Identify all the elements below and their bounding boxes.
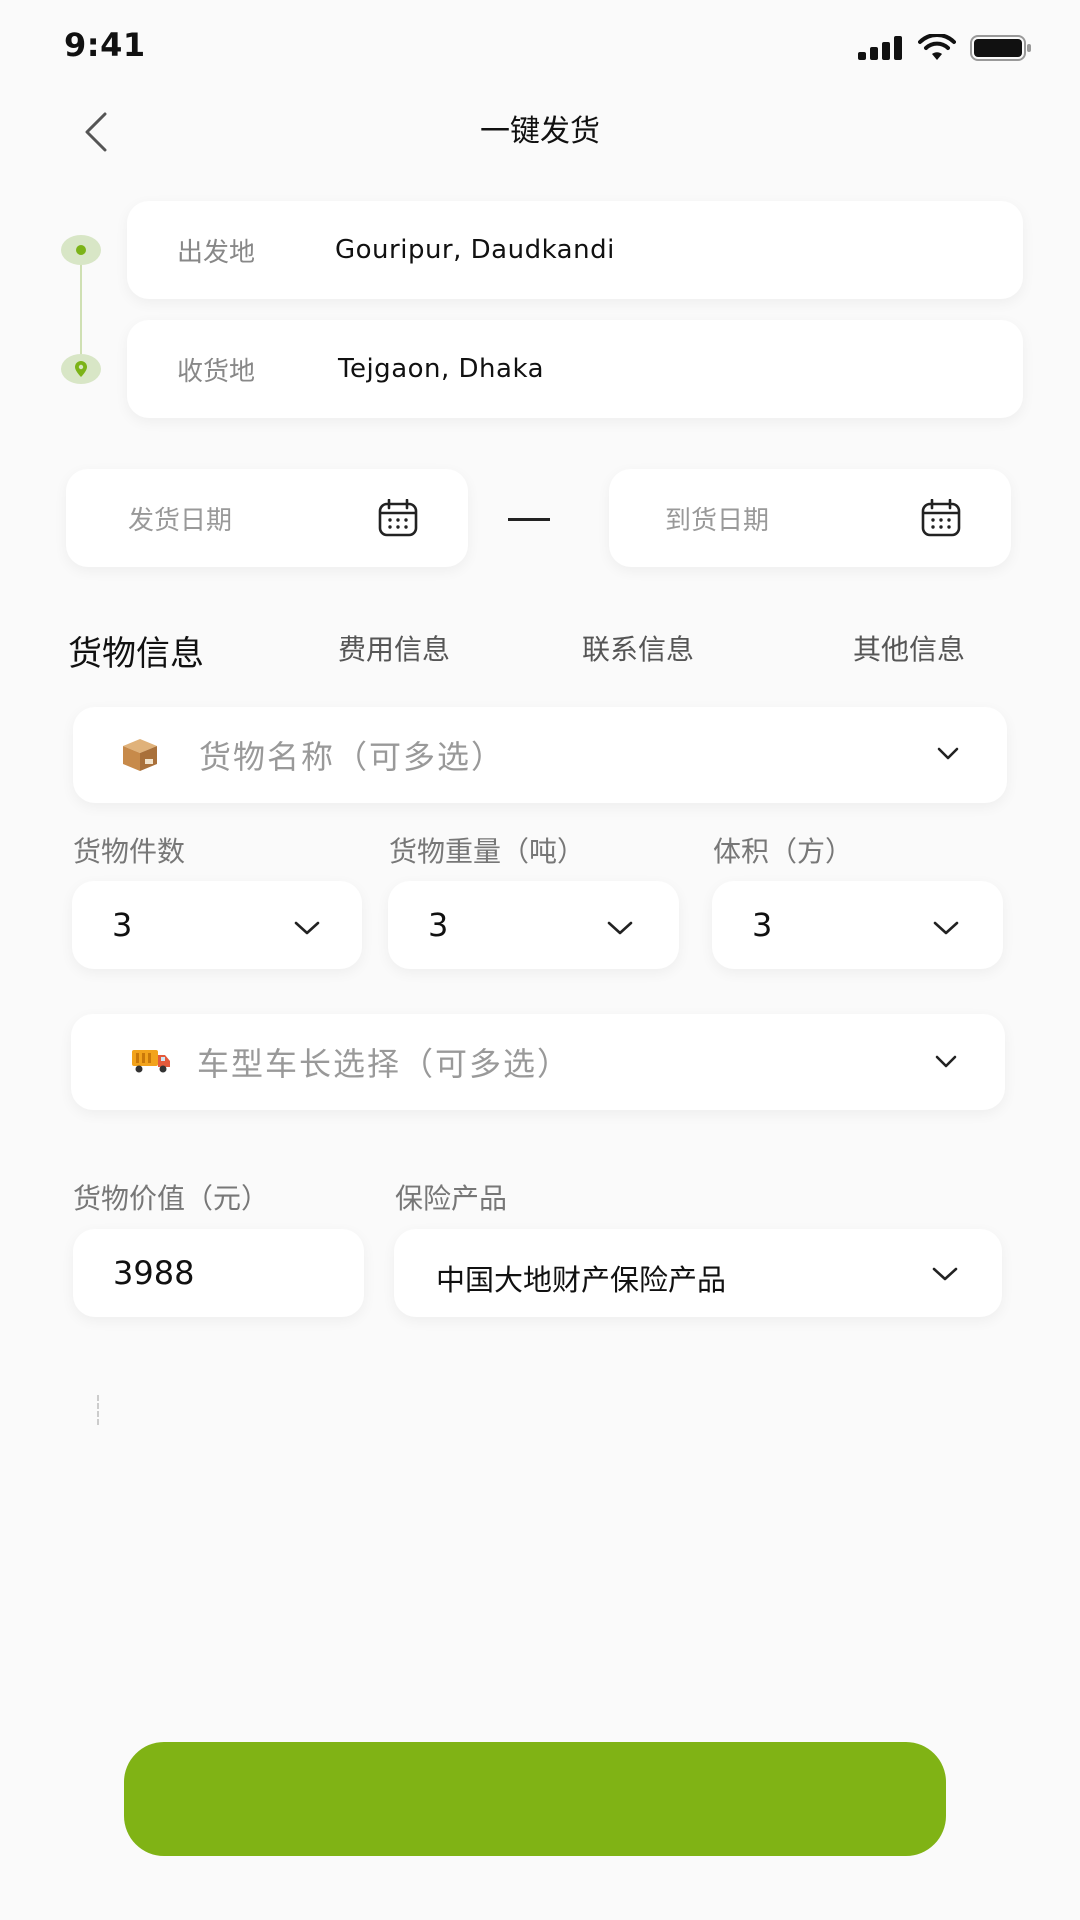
truck-icon	[132, 1050, 170, 1073]
destination-pin-icon	[61, 354, 101, 384]
package-icon	[123, 739, 157, 771]
goods-weight-select[interactable]: 3	[388, 881, 679, 969]
goods-value-label: 货物价值（元）	[73, 1182, 270, 1215]
destination-label: 收货地	[177, 356, 256, 387]
destination-field[interactable]: 收货地 Tejgaon, Dhaka	[127, 320, 1023, 418]
chevron-down-icon	[933, 921, 959, 935]
goods-count-label: 货物件数	[73, 835, 186, 868]
tab-other-info[interactable]: 其他信息	[853, 628, 965, 668]
goods-value-field[interactable]: 3988	[73, 1229, 364, 1317]
page-title: 一键发货	[480, 114, 600, 149]
origin-value: Gouripur, Daudkandi	[335, 235, 615, 265]
vehicle-type-select[interactable]: 车型车长选择（可多选）	[71, 1014, 1005, 1110]
tab-contact-info[interactable]: 联系信息	[582, 628, 694, 668]
calendar-icon	[921, 499, 961, 537]
insurance-select[interactable]: 中国大地财产保险产品	[394, 1229, 1002, 1317]
origin-field[interactable]: 出发地 Gouripur, Daudkandi	[127, 201, 1023, 299]
goods-volume-value: 3	[752, 906, 773, 944]
ship-date-field[interactable]: 发货日期	[66, 469, 468, 567]
goods-count-value: 3	[112, 906, 133, 944]
tab-goods-info[interactable]: 货物信息	[68, 626, 204, 675]
destination-value: Tejgaon, Dhaka	[338, 354, 544, 384]
chevron-down-icon	[935, 1055, 957, 1068]
chevron-down-icon	[607, 921, 633, 935]
origin-dot-icon	[61, 235, 101, 265]
submit-button[interactable]	[124, 1742, 946, 1856]
goods-name-select[interactable]: 货物名称（可多选）	[73, 707, 1007, 803]
status-time: 9:41	[64, 26, 146, 64]
signal-icon	[858, 36, 902, 60]
insurance-value: 中国大地财产保险产品	[436, 1263, 727, 1297]
vehicle-type-placeholder: 车型车长选择（可多选）	[197, 1045, 572, 1083]
divider	[97, 1395, 99, 1425]
goods-name-placeholder: 货物名称（可多选）	[199, 738, 506, 776]
insurance-label: 保险产品	[395, 1182, 508, 1215]
ship-date-placeholder: 发货日期	[128, 505, 233, 536]
goods-volume-select[interactable]: 3	[712, 881, 1003, 969]
chevron-down-icon	[932, 1267, 958, 1281]
origin-label: 出发地	[177, 237, 256, 268]
route-connector	[80, 250, 82, 370]
goods-volume-label: 体积（方）	[713, 835, 854, 868]
arrival-date-placeholder: 到货日期	[665, 505, 770, 536]
goods-count-select[interactable]: 3	[72, 881, 362, 969]
goods-weight-label: 货物重量（吨）	[389, 835, 586, 868]
goods-weight-value: 3	[428, 906, 449, 944]
chevron-down-icon	[294, 921, 320, 935]
tab-fee-info[interactable]: 费用信息	[338, 628, 450, 668]
battery-icon	[970, 35, 1031, 61]
date-range-separator	[508, 518, 550, 521]
status-icons	[858, 34, 1032, 62]
wifi-icon	[918, 34, 956, 60]
arrival-date-field[interactable]: 到货日期	[609, 469, 1011, 567]
chevron-down-icon	[937, 747, 959, 760]
calendar-icon	[378, 499, 418, 537]
goods-value-value: 3988	[113, 1254, 195, 1292]
